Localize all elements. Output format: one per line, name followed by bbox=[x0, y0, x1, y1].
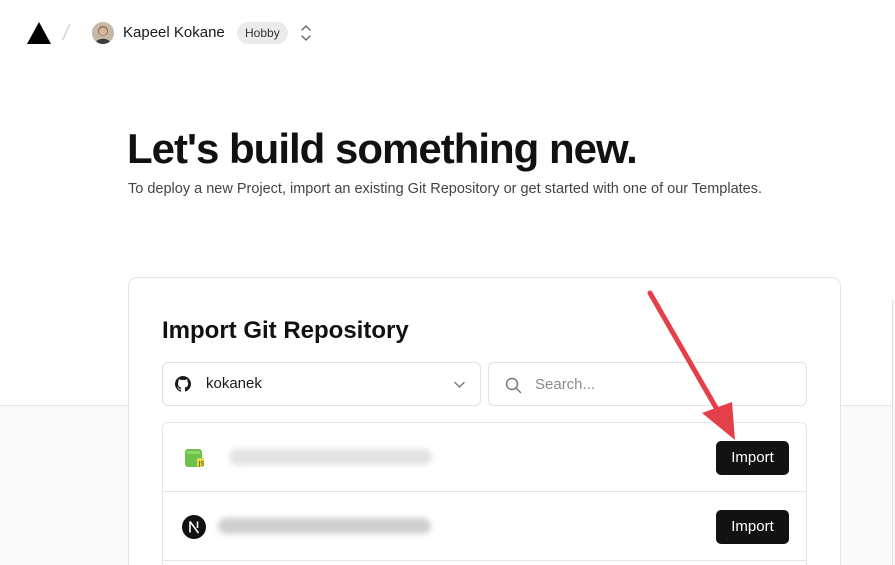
avatar[interactable] bbox=[92, 22, 114, 44]
repository-name-redacted bbox=[229, 449, 432, 465]
svg-text:JS: JS bbox=[198, 461, 205, 468]
import-button[interactable]: Import bbox=[716, 441, 789, 475]
repository-name-redacted bbox=[218, 518, 431, 534]
git-owner-value: kokanek bbox=[206, 375, 262, 392]
page-title: Let's build something new. bbox=[127, 125, 638, 172]
search-icon bbox=[505, 377, 522, 394]
import-card-title: Import Git Repository bbox=[162, 317, 409, 344]
nextjs-icon bbox=[182, 515, 206, 539]
avatar-photo-icon bbox=[92, 22, 114, 44]
page-subtitle: To deploy a new Project, import an exist… bbox=[128, 181, 763, 197]
github-icon bbox=[175, 376, 191, 392]
import-button[interactable]: Import bbox=[716, 510, 789, 544]
vercel-logo-icon[interactable] bbox=[26, 21, 52, 45]
top-navigation-bar: / Kapeel Kokane Hobby bbox=[0, 0, 895, 66]
annotation-arrow-icon bbox=[647, 290, 735, 440]
nodejs-icon: JS bbox=[185, 449, 205, 468]
repository-row: Import bbox=[163, 492, 806, 561]
chevron-down-icon bbox=[454, 381, 465, 388]
team-name[interactable]: Kapeel Kokane bbox=[123, 24, 225, 42]
team-switcher-chevrons-icon[interactable] bbox=[298, 23, 314, 43]
plan-badge: Hobby bbox=[237, 22, 288, 44]
git-owner-select[interactable]: kokanek bbox=[162, 362, 481, 406]
breadcrumb-separator: / bbox=[60, 20, 72, 45]
